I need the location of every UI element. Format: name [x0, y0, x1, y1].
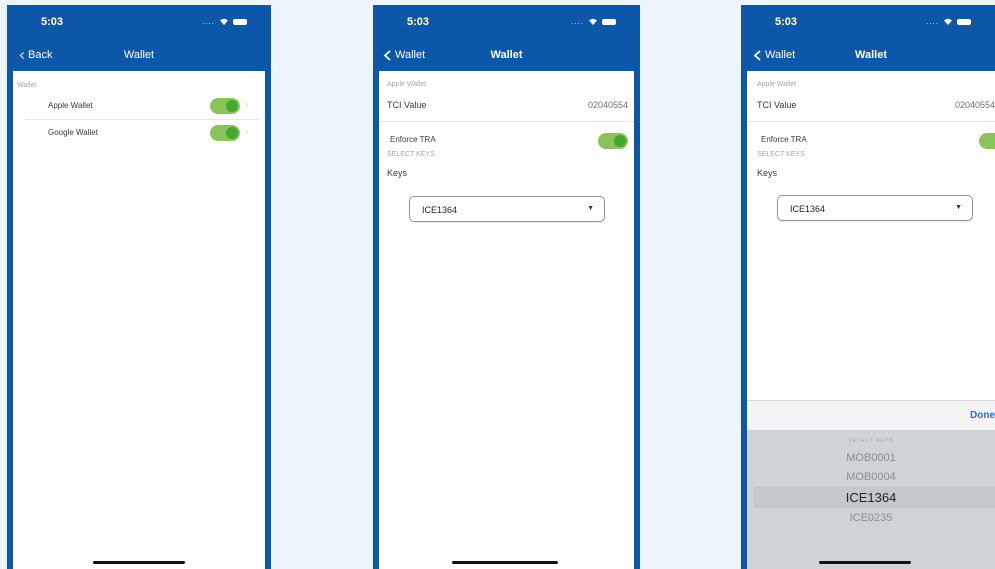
wifi-icon — [944, 18, 952, 25]
divider — [747, 121, 995, 122]
nav-bar: Wallet Wallet — [741, 45, 995, 67]
picker-option-selected[interactable]: ICE1364 — [747, 490, 995, 505]
status-time: 5:03 — [41, 16, 64, 28]
nav-bar: Back Wallet — [7, 45, 271, 67]
home-indicator — [819, 561, 911, 564]
picker-option[interactable]: ICE0235 — [747, 512, 995, 524]
signal-icon: .... — [202, 16, 215, 26]
keys-dropdown-value: ICE1364 — [790, 204, 826, 214]
status-bar: 5:03 .... — [7, 5, 271, 33]
enforce-tra-toggle[interactable] — [598, 133, 628, 149]
caret-down-icon: ▼ — [587, 205, 594, 212]
section-header: Apple Wallet — [757, 81, 797, 88]
keys-dropdown[interactable]: ICE1364 ▼ — [777, 195, 973, 221]
wifi-icon — [589, 18, 597, 25]
keys-dropdown[interactable]: ICE1364 ▼ — [409, 196, 605, 222]
keys-dropdown-value: ICE1364 — [422, 205, 458, 215]
keys-picker-wheel[interactable]: SELECT KEYS MOB0001 MOB0004 ICE1364 ICE0… — [747, 430, 995, 569]
select-keys-header: SELECT KEYS — [757, 151, 805, 158]
phone-screen-apple-wallet: 5:03 .... Wallet Wallet Apple Wallet TCI… — [373, 5, 640, 569]
battery-icon — [602, 18, 616, 25]
google-wallet-label: Google Wallet — [48, 128, 98, 137]
screen-content: Apple Wallet TCI Value 02040554 Enforce … — [379, 71, 634, 569]
picker-option[interactable]: SELECT KEYS — [747, 438, 995, 444]
status-bar: 5:03 .... — [741, 5, 995, 33]
phone-screen-keys-picker: 5:03 .... Wallet Wallet Apple Wallet TCI… — [741, 5, 995, 569]
battery-icon — [957, 18, 971, 25]
list-item-apple-wallet[interactable]: Apple Wallet › — [13, 93, 265, 119]
divider — [379, 121, 634, 122]
picker-option[interactable]: MOB0001 — [747, 452, 995, 464]
apple-wallet-toggle[interactable] — [210, 98, 240, 114]
wifi-icon — [220, 18, 228, 25]
select-keys-header: SELECT KEYS — [387, 151, 435, 158]
page-title: Wallet — [123, 49, 155, 61]
enforce-tra-toggle[interactable] — [979, 133, 995, 149]
apple-wallet-label: Apple Wallet — [48, 101, 93, 110]
nav-bar: Wallet Wallet — [373, 45, 640, 67]
chevron-right-icon: › — [245, 99, 249, 110]
screen-content: Apple Wallet TCI Value 02040554 Enforce … — [747, 71, 995, 569]
tci-value: 02040554 — [587, 100, 628, 110]
signal-icon: .... — [926, 16, 939, 26]
signal-icon: .... — [571, 16, 584, 26]
status-time: 5:03 — [775, 16, 798, 28]
google-wallet-toggle[interactable] — [210, 125, 240, 141]
enforce-tra-label: Enforce TRA — [761, 135, 807, 144]
done-button[interactable]: Done — [970, 410, 995, 421]
list-item-google-wallet[interactable]: Google Wallet › — [13, 120, 265, 146]
keys-label: Keys — [387, 168, 408, 178]
tci-value: 02040554 — [954, 100, 995, 110]
enforce-tra-label: Enforce TRA — [390, 135, 436, 144]
picker-option[interactable]: MOB0004 — [747, 471, 995, 483]
status-icons: .... — [926, 16, 971, 26]
caret-down-icon: ▼ — [955, 204, 962, 211]
tci-value-label: TCI Value — [387, 100, 427, 110]
status-bar: 5:03 .... — [373, 5, 640, 33]
screen-content: Wallet Apple Wallet › Google Wallet › — [13, 71, 265, 569]
status-icons: .... — [202, 16, 247, 26]
status-time: 5:03 — [407, 16, 430, 28]
keys-label: Keys — [757, 168, 778, 178]
page-title: Wallet — [490, 49, 523, 61]
section-header: Apple Wallet — [387, 81, 427, 88]
home-indicator — [452, 561, 558, 564]
picker-toolbar: Done — [747, 400, 995, 430]
chevron-right-icon: › — [245, 126, 249, 137]
tci-value-label: TCI Value — [757, 100, 797, 110]
section-header: Wallet — [17, 82, 37, 89]
phone-screen-wallet-list: 5:03 .... Back Wallet Wallet Apple Walle… — [7, 5, 271, 569]
status-icons: .... — [571, 16, 616, 26]
page-title: Wallet — [855, 49, 887, 61]
home-indicator — [93, 561, 185, 564]
battery-icon — [233, 18, 247, 25]
